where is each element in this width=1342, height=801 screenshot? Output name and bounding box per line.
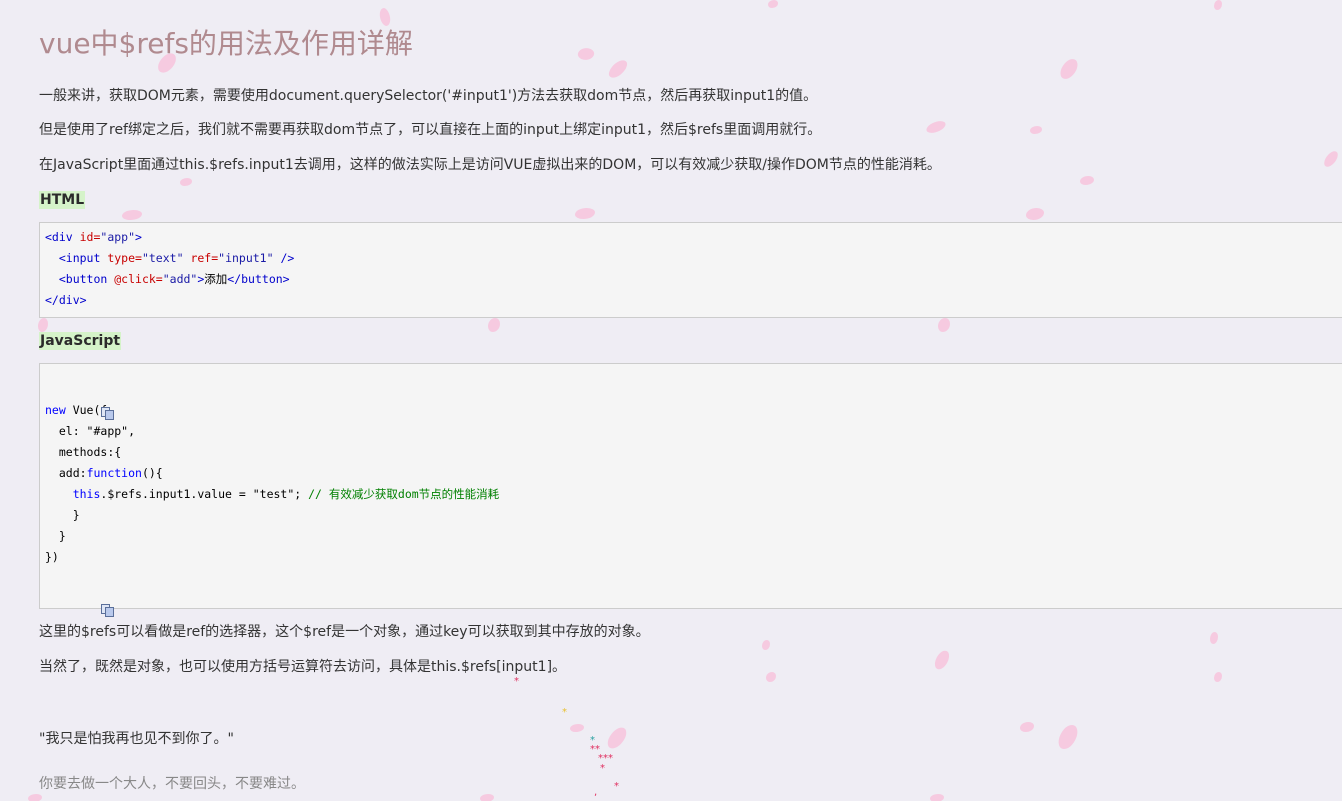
petal-decoration (1214, 0, 1222, 10)
code-toolbar (45, 374, 1342, 420)
code-line: } (72, 508, 80, 522)
petal-decoration (570, 724, 584, 732)
code-line: } (58, 529, 66, 543)
petal-decoration (925, 119, 947, 135)
code-line: this.$refs.input1.value = "test"; // 有效减… (72, 487, 500, 501)
page-title: vue中$refs的用法及作用详解 (39, 27, 413, 60)
petal-decoration (768, 0, 778, 8)
petal-decoration (1214, 672, 1222, 682)
petal-decoration (488, 318, 500, 332)
petal-decoration (932, 648, 952, 672)
petal-decoration (1322, 148, 1340, 170)
petal-decoration (1210, 632, 1218, 644)
petal-decoration (28, 794, 42, 801)
petal-decoration (1058, 56, 1080, 82)
petal-decoration (1056, 722, 1080, 752)
code-line: el: "#app", (58, 424, 136, 438)
sparkle-decoration: * (562, 707, 567, 718)
petal-decoration (480, 794, 494, 801)
code-line: add:function(){ (58, 466, 163, 480)
petal-decoration (938, 318, 950, 332)
petal-decoration (577, 46, 595, 62)
code-line: methods:{ (58, 445, 122, 459)
petal-decoration (1020, 722, 1034, 732)
page: * * * ** *** * * , vue中$refs的用法及作用详解 一般来… (0, 0, 1342, 801)
sparkle-decoration: ** (590, 744, 600, 755)
html-code-block[interactable]: <div id="app"> <input type="text" ref="i… (39, 222, 1342, 318)
petal-decoration (122, 210, 142, 220)
sparkle-decoration: * (614, 781, 619, 792)
paragraph-4: 这里的$refs可以看做是ref的选择器，这个$ref是一个对象，通过key可以… (39, 624, 650, 640)
paragraph-5: 当然了，既然是对象，也可以使用方括号运算符去访问，具体是this.$refs[i… (39, 659, 567, 675)
code-toolbar (45, 568, 1342, 617)
js-section-label: JavaScript (39, 332, 122, 350)
code-line: </div> (45, 293, 87, 307)
petal-decoration (766, 672, 776, 682)
code-line: <div id="app"> (45, 230, 142, 244)
petal-decoration (762, 640, 770, 650)
code-line: <button @click="add">添加</button> (58, 272, 290, 286)
sub-quote-text: 你要去做一个大人，不要回头，不要难过。 (39, 776, 305, 792)
sparkle-decoration: * (600, 763, 605, 774)
petal-decoration (1030, 126, 1042, 134)
js-code-block[interactable]: new Vue({ el: "#app", methods:{ add:func… (39, 363, 1342, 617)
sparkle-decoration: * (590, 735, 595, 746)
paragraph-1: 一般来讲，获取DOM元素，需要使用document.querySelector(… (39, 88, 818, 104)
petal-decoration (575, 208, 595, 219)
code-line: new Vue({ (45, 403, 108, 417)
petal-decoration (930, 794, 944, 801)
copy-icon[interactable] (100, 603, 116, 618)
sparkle-decoration: * (514, 676, 519, 687)
paragraph-3: 在JavaScript里面通过this.$refs.input1去调用，这样的做… (39, 157, 941, 173)
paragraph-2: 但是使用了ref绑定之后，我们就不需要再获取dom节点了，可以直接在上面的inp… (39, 122, 822, 138)
code-line: }) (45, 550, 59, 564)
sparkle-decoration: , (594, 787, 598, 798)
petal-decoration (604, 724, 630, 752)
petal-decoration (1080, 176, 1094, 185)
html-section-label: HTML (39, 191, 86, 209)
petal-decoration (38, 318, 48, 332)
sparkle-decoration: *** (598, 753, 613, 764)
code-line: <input type="text" ref="input1" /> (58, 251, 295, 265)
petal-decoration (1026, 208, 1044, 220)
quote-text: "我只是怕我再也见不到你了。" (39, 731, 234, 747)
petal-decoration (606, 56, 630, 82)
petal-decoration (180, 178, 192, 186)
copy-icon[interactable] (100, 406, 116, 421)
